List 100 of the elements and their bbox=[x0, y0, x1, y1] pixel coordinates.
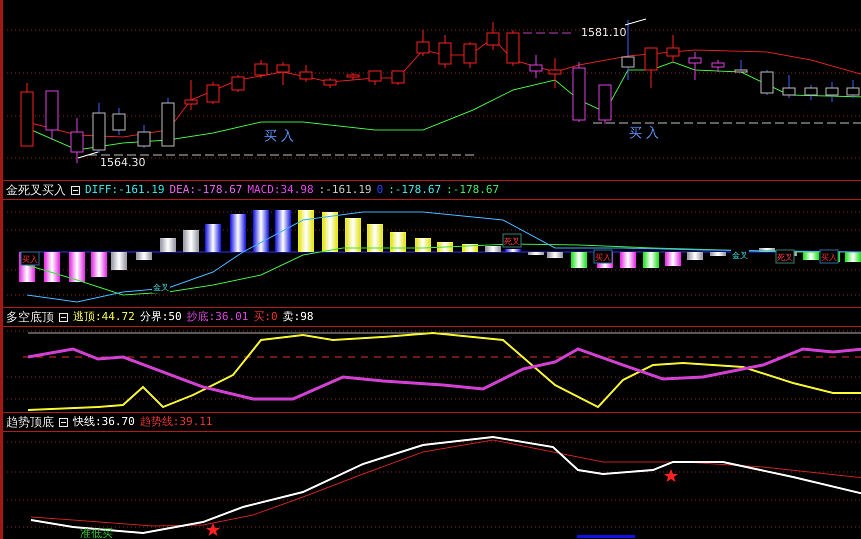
leader-line bbox=[78, 152, 98, 158]
collapse-icon[interactable] bbox=[59, 418, 68, 426]
macd-bar bbox=[505, 249, 521, 252]
candlestick bbox=[206, 82, 220, 104]
signal-marker: 买入 bbox=[594, 250, 612, 264]
macd-bar bbox=[183, 230, 199, 252]
buy-signal-label: 买 入 bbox=[629, 126, 660, 141]
macd-bar bbox=[205, 224, 221, 252]
macd-bar bbox=[620, 252, 636, 268]
macd-bar bbox=[367, 224, 383, 252]
macd-bar bbox=[571, 252, 587, 268]
macd-bar bbox=[44, 252, 60, 282]
macd-bar bbox=[485, 246, 501, 252]
indicator-value: 快线:36.70 bbox=[73, 414, 135, 430]
candlestick bbox=[184, 80, 198, 110]
signal-marker: 死叉 bbox=[502, 234, 522, 248]
macd-bar bbox=[322, 212, 338, 252]
macd-bar bbox=[759, 248, 775, 252]
candlestick bbox=[276, 62, 290, 86]
macd-bar bbox=[111, 252, 127, 270]
resistance-line bbox=[522, 32, 574, 34]
candlestick bbox=[416, 30, 430, 56]
indicator-value: 0 bbox=[376, 182, 384, 198]
low-price-label: 1564.30 bbox=[100, 156, 146, 169]
candlestick bbox=[20, 82, 34, 146]
indicator-title: 金死叉买入 bbox=[6, 182, 66, 199]
candlestick bbox=[486, 22, 500, 50]
indicator-value: 逃顶:44.72 bbox=[73, 308, 135, 325]
macd-bar bbox=[547, 252, 563, 258]
macd-bar bbox=[415, 238, 431, 252]
indicator-value: :-161.19 bbox=[318, 182, 372, 198]
macd-bar bbox=[253, 210, 269, 252]
scroll-indicator bbox=[577, 535, 635, 538]
candlestick bbox=[346, 72, 360, 80]
candlestick bbox=[138, 124, 150, 148]
macd-bar bbox=[710, 252, 726, 256]
indicator-value: :-178.67 bbox=[388, 182, 442, 198]
candlestick bbox=[464, 42, 476, 68]
signal-marker: 买入 bbox=[20, 252, 40, 266]
macd-bar bbox=[665, 252, 681, 266]
candlestick bbox=[548, 58, 562, 88]
macd-bar bbox=[298, 210, 314, 252]
candlestick bbox=[760, 70, 774, 96]
candlestick bbox=[782, 74, 796, 98]
indicator-value: 买:0 bbox=[253, 308, 278, 325]
star-icon bbox=[206, 523, 220, 536]
indicator-title: 趋势顶底 bbox=[6, 414, 54, 431]
candlestick bbox=[368, 70, 382, 86]
candlestick bbox=[506, 30, 520, 66]
macd-bar bbox=[91, 252, 107, 277]
candlestick bbox=[70, 118, 84, 164]
indicator-value: 趋势线:39.11 bbox=[140, 414, 212, 430]
candlestick bbox=[826, 82, 838, 102]
candlestick bbox=[46, 90, 58, 140]
candlestick bbox=[254, 60, 268, 78]
candlestick bbox=[666, 34, 680, 62]
collapse-icon[interactable] bbox=[71, 186, 80, 194]
candlestick bbox=[688, 52, 702, 80]
candlestick bbox=[232, 74, 244, 92]
indicator-title: 多空底顶 bbox=[6, 309, 54, 326]
candlestick bbox=[598, 84, 612, 124]
indicator-value: MACD:34.98 bbox=[247, 182, 314, 198]
macd-bar bbox=[230, 214, 246, 252]
macd-bar bbox=[69, 252, 85, 282]
indicator-value: DEA:-178.67 bbox=[169, 182, 242, 198]
candlestick bbox=[392, 70, 404, 86]
indicator-value: 分界:50 bbox=[140, 308, 182, 325]
candlestick bbox=[92, 102, 106, 154]
candlestick bbox=[300, 64, 312, 82]
macd-bar bbox=[345, 218, 361, 252]
candlestick bbox=[644, 48, 658, 88]
candlestick bbox=[162, 98, 174, 146]
candlestick bbox=[712, 60, 724, 72]
signal-marker: 买入 bbox=[820, 250, 838, 264]
macd-bar bbox=[390, 232, 406, 252]
candlestick bbox=[112, 108, 126, 136]
signal-marker: 死叉 bbox=[776, 250, 794, 264]
candlestick bbox=[530, 54, 542, 78]
macd-bar bbox=[136, 252, 152, 260]
indicator-value: 抄底:36.01 bbox=[186, 308, 248, 325]
high-price-label: 1581.10 bbox=[581, 26, 626, 39]
candlestick bbox=[572, 62, 586, 122]
macd-bar bbox=[275, 210, 291, 252]
macd-bar bbox=[643, 252, 659, 268]
candlestick bbox=[324, 78, 336, 88]
star-icon bbox=[664, 469, 678, 482]
leader-line bbox=[624, 18, 646, 26]
macd-bar bbox=[845, 252, 861, 262]
macd-bar bbox=[160, 238, 176, 252]
signal-marker: 金叉 bbox=[731, 248, 749, 261]
candlestick bbox=[438, 34, 452, 68]
candlestick bbox=[804, 84, 818, 100]
candlestick bbox=[734, 60, 748, 72]
macd-bar bbox=[528, 252, 544, 255]
buy-signal-label: 买 入 bbox=[264, 129, 294, 144]
indicator-value: :-178.67 bbox=[446, 182, 500, 198]
macd-bar bbox=[437, 242, 453, 252]
collapse-icon[interactable] bbox=[59, 312, 68, 322]
indicator-value: DIFF:-161.19 bbox=[85, 182, 164, 198]
macd-bar bbox=[687, 252, 703, 260]
